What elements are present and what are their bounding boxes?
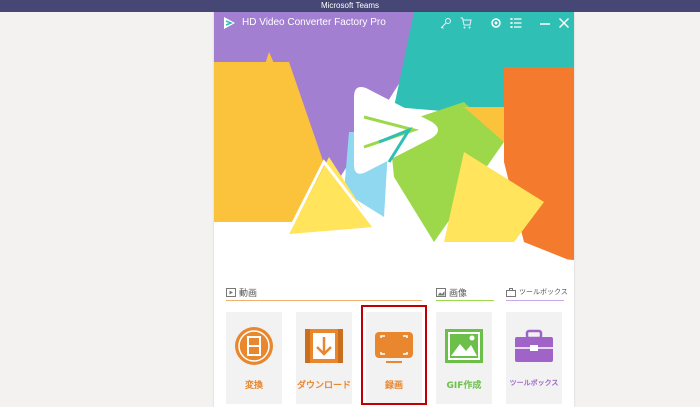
record-tile-label: 録画 xyxy=(384,381,403,391)
toolbox-section-label: ツールボックス xyxy=(519,288,568,296)
video-section-label: 動画 xyxy=(239,289,258,299)
app-window: HD Video Converter Factory Pro 動画 画像 ツール… xyxy=(214,12,574,407)
convert-tile[interactable]: 変換 xyxy=(226,312,282,404)
download-tile[interactable]: ダウンロード xyxy=(296,312,352,404)
record-tile[interactable]: 録画 xyxy=(366,312,422,404)
key-icon[interactable] xyxy=(440,17,452,29)
convert-tile-label: 変換 xyxy=(244,381,263,391)
teams-title-bar: Microsoft Teams xyxy=(0,0,700,12)
settings-icon[interactable] xyxy=(490,17,502,29)
gif-maker-tile-label: GIF作成 xyxy=(446,381,482,391)
toolbox-icon xyxy=(515,329,553,362)
close-icon[interactable] xyxy=(558,17,570,29)
gif-maker-tile[interactable]: GIF作成 xyxy=(436,312,492,404)
image-section-divider xyxy=(436,300,494,301)
download-tile-label: ダウンロード xyxy=(296,381,351,391)
toolbox-section-icon xyxy=(506,288,516,297)
app-title-bar: HD Video Converter Factory Pro xyxy=(214,12,574,36)
toolbox-tile-label: ツールボックス xyxy=(509,379,559,387)
banner-artwork xyxy=(214,12,574,262)
cart-icon[interactable] xyxy=(460,17,472,29)
minimize-icon[interactable] xyxy=(539,17,551,29)
screen-record-icon xyxy=(375,332,413,363)
video-section-divider xyxy=(226,300,422,301)
toolbox-section-divider xyxy=(506,300,564,301)
film-reel-icon xyxy=(235,327,273,365)
app-logo-icon xyxy=(224,17,235,29)
app-title: HD Video Converter Factory Pro xyxy=(242,17,386,28)
image-section-label: 画像 xyxy=(449,289,468,299)
image-section-icon xyxy=(436,288,446,297)
gif-image-icon xyxy=(445,329,483,363)
video-section-icon xyxy=(226,288,236,297)
download-icon xyxy=(305,329,343,363)
toolbox-tile[interactable]: ツールボックス xyxy=(506,312,562,404)
menu-list-icon[interactable] xyxy=(510,17,522,29)
